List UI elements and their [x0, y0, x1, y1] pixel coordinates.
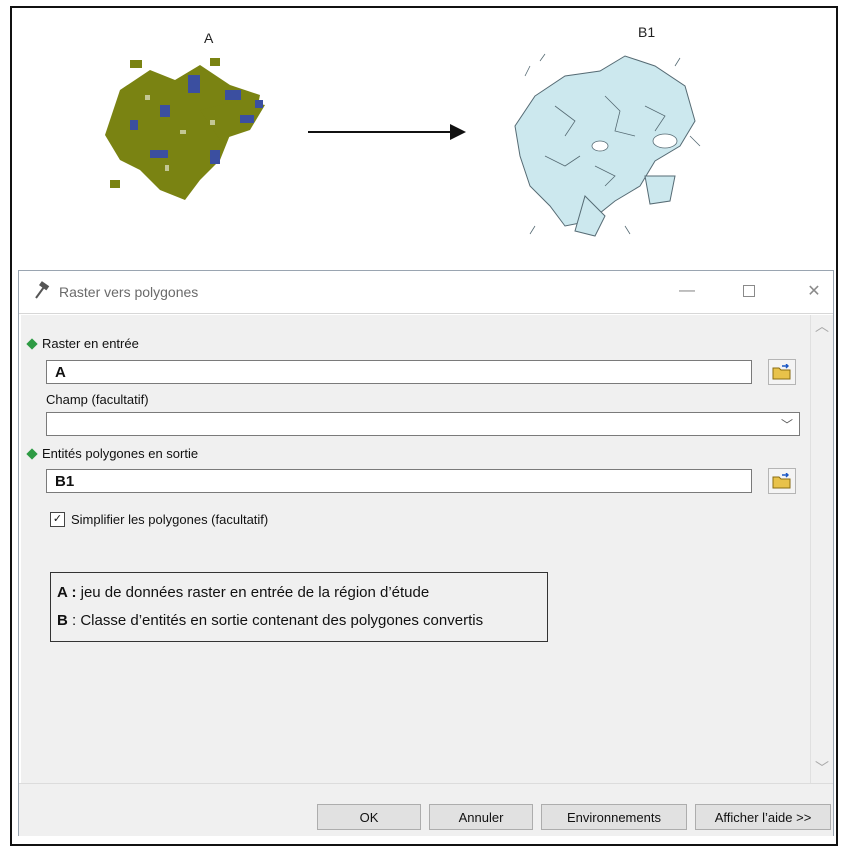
legend-b-text: : Classe d’entités en sortie contenant d…: [67, 612, 484, 629]
legend-b-key: B: [57, 612, 68, 629]
legend-box: A : jeu de données raster en entrée de l…: [50, 572, 548, 642]
dialog-title: Raster vers polygones: [59, 284, 199, 300]
field-select[interactable]: ﹀: [46, 412, 800, 436]
raster-to-polygon-dialog: Raster vers polygones — ✕ ︿ ﹀ OK Annuler…: [18, 270, 834, 836]
simplify-polygons-row[interactable]: ✓ Simplifier les polygones (facultatif): [50, 512, 268, 527]
browse-raster-button[interactable]: [768, 359, 796, 385]
vertical-scrollbar[interactable]: ︿ ﹀: [810, 315, 833, 783]
scroll-down-icon[interactable]: ﹀: [811, 757, 833, 779]
polygon-map-b1: [514, 53, 701, 237]
show-help-button[interactable]: Afficher l’aide >>: [695, 804, 831, 830]
legend-line-b: B : Classe d’entités en sortie contenant…: [57, 607, 541, 635]
legend-line-a: A : jeu de données raster en entrée de l…: [57, 579, 541, 607]
folder-open-icon: [772, 473, 791, 489]
scroll-up-icon[interactable]: ︿: [811, 315, 833, 337]
title-bar: Raster vers polygones — ✕: [19, 271, 833, 314]
maximize-icon[interactable]: [737, 279, 761, 303]
simplify-checkbox[interactable]: ✓: [50, 512, 65, 527]
folder-open-icon: [772, 364, 791, 380]
raster-input-label-text: Raster en entrée: [42, 336, 139, 351]
ok-button[interactable]: OK: [317, 804, 421, 830]
legend-a-key: A :: [57, 584, 77, 601]
legend-a-text: jeu de données raster en entrée de la ré…: [76, 584, 430, 601]
environments-button[interactable]: Environnements: [541, 804, 687, 830]
dialog-content: [21, 315, 811, 783]
chevron-down-icon: ﹀: [780, 418, 793, 432]
required-icon: [26, 337, 38, 350]
raster-input-field[interactable]: A: [46, 360, 752, 384]
minimize-icon[interactable]: —: [675, 279, 699, 303]
output-polygons-label-text: Entités polygones en sortie: [42, 446, 199, 461]
field-optional-label: Champ (facultatif): [46, 392, 149, 407]
simplify-label: Simplifier les polygones (facultatif): [71, 512, 269, 527]
conversion-arrow: [308, 124, 466, 140]
cancel-button[interactable]: Annuler: [429, 804, 533, 830]
dialog-footer: OK Annuler Environnements Afficher l’aid…: [19, 783, 833, 836]
close-icon[interactable]: ✕: [802, 279, 826, 303]
browse-output-button[interactable]: [768, 468, 796, 494]
required-icon: [26, 447, 38, 460]
hammer-icon: [35, 281, 50, 299]
raster-input-label: Raster en entrée: [26, 336, 139, 351]
output-polygons-field[interactable]: B1: [46, 469, 752, 493]
raster-map-a: [105, 58, 265, 200]
output-polygons-label: Entités polygones en sortie: [26, 446, 199, 461]
